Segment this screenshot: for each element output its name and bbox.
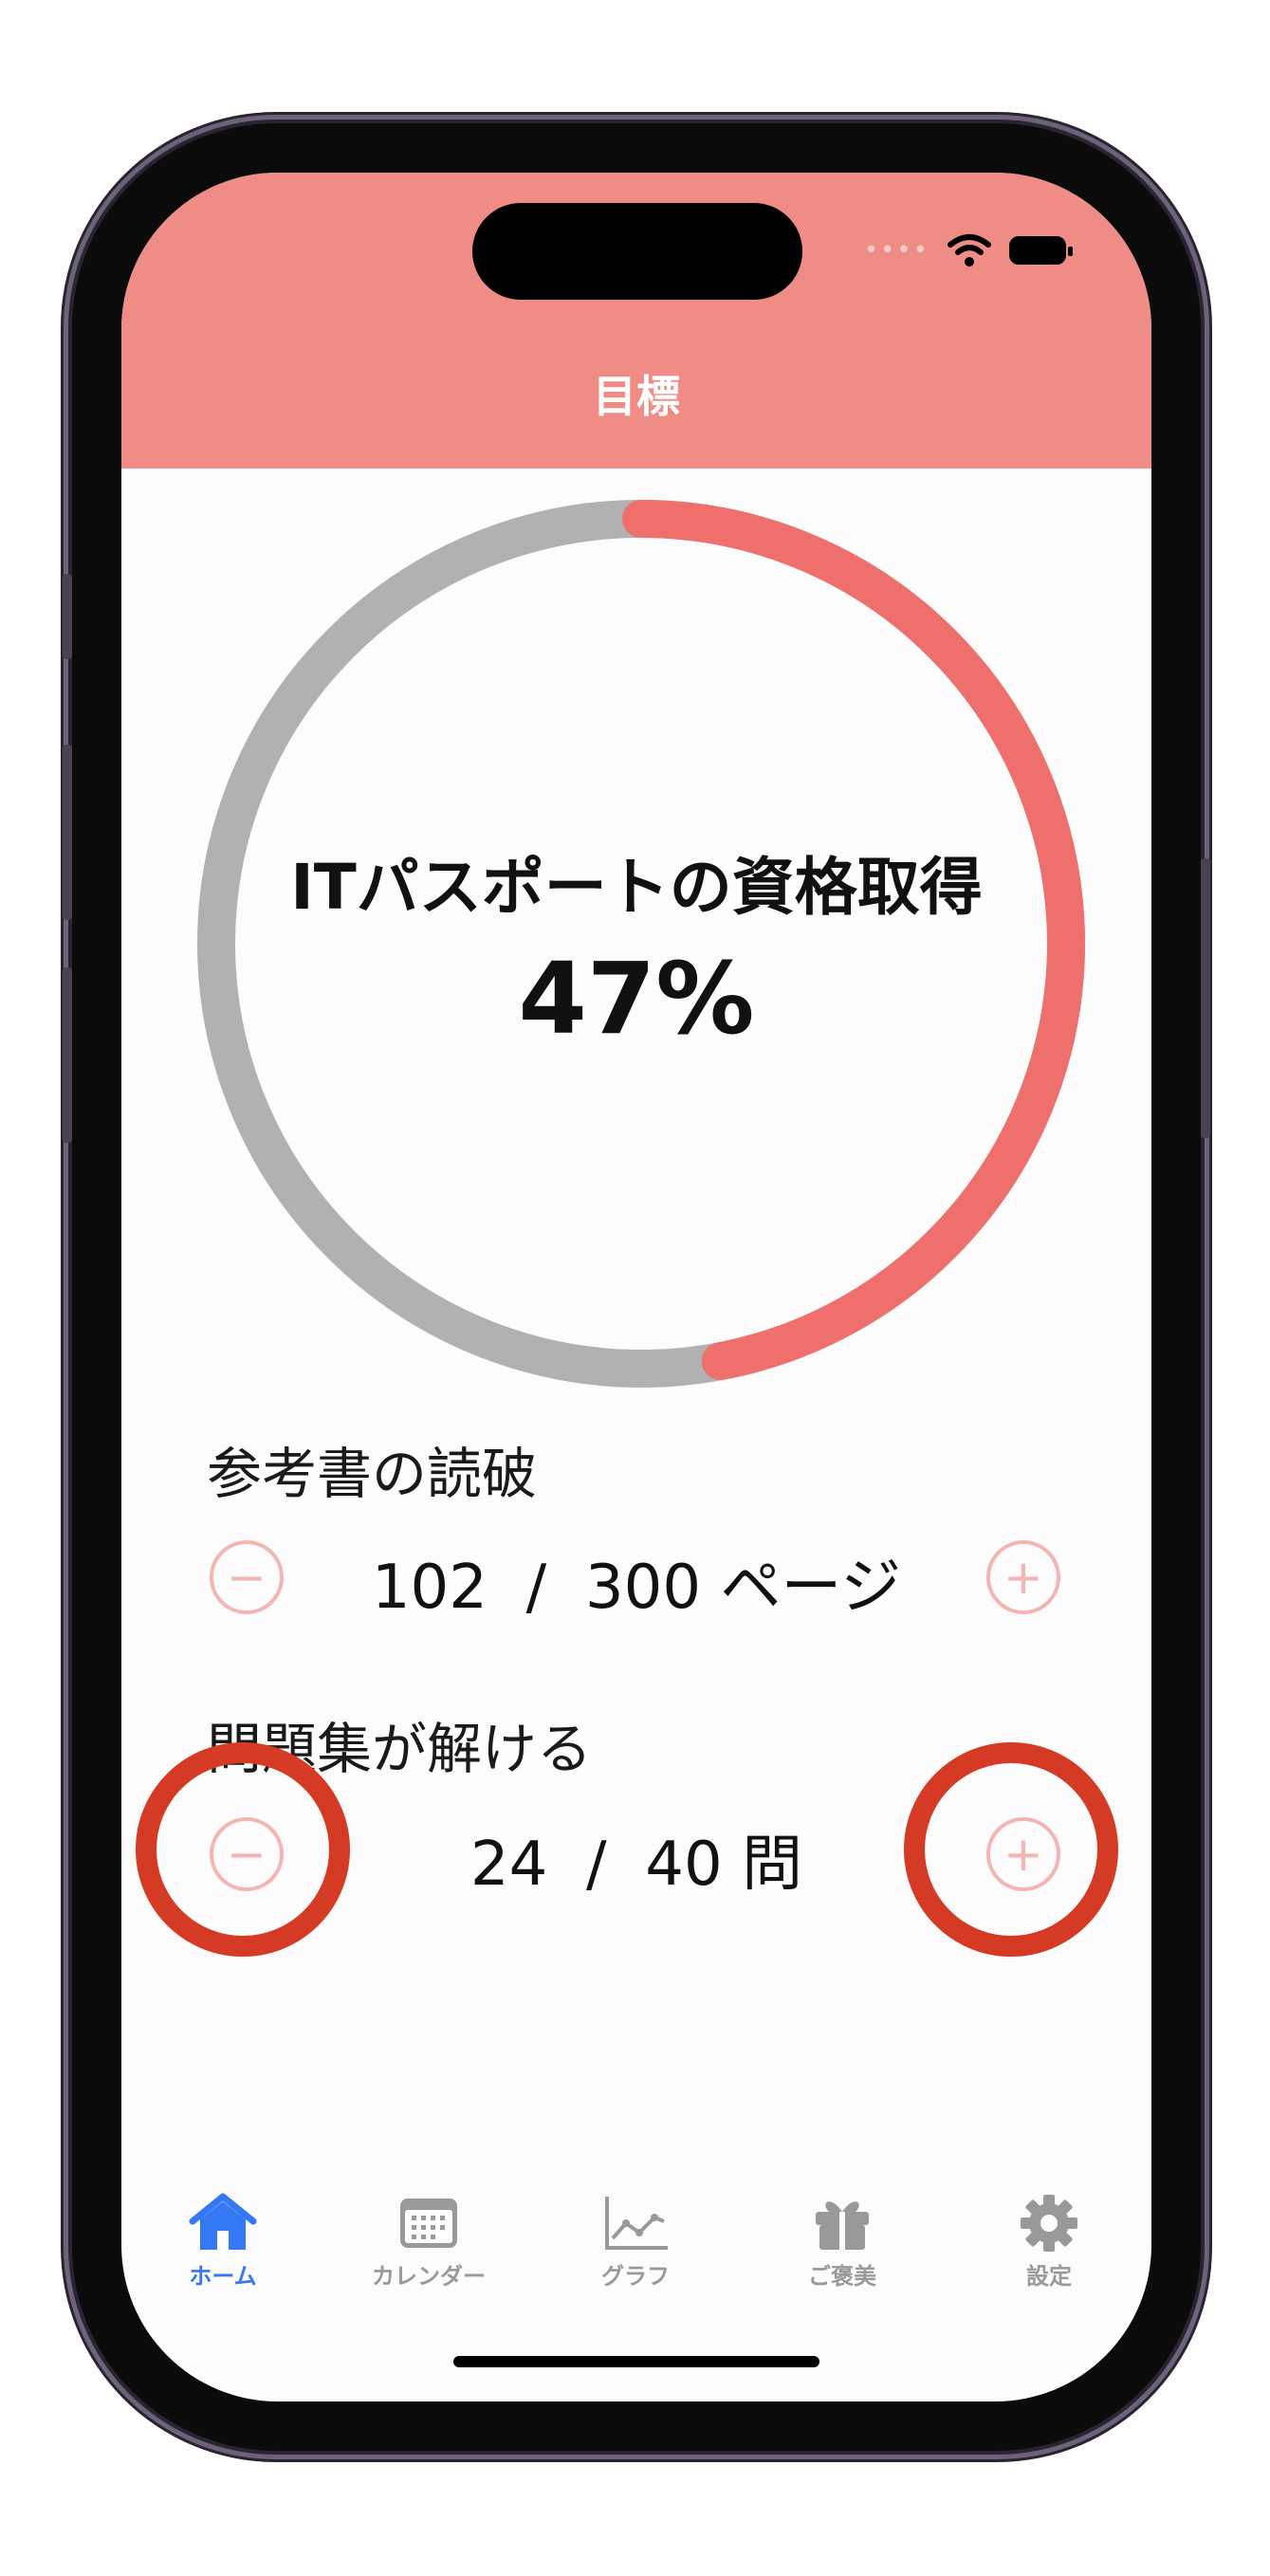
tab-label: ホーム xyxy=(189,2263,257,2290)
calendar-icon xyxy=(400,2199,457,2248)
highlight-circle-decrement xyxy=(136,1742,350,1957)
current-value: 102 xyxy=(371,1553,488,1623)
task-label-book: 参考書の読破 xyxy=(207,1442,538,1506)
tab-label: グラフ xyxy=(601,2263,670,2290)
status-bar: •••• xyxy=(863,231,1073,269)
goal-name: ITパスポートの資格取得 xyxy=(290,851,983,924)
nav-header: •••• 目標 xyxy=(121,173,1151,469)
tab-graph[interactable]: グラフ xyxy=(541,2193,730,2291)
task-counter-book: − 102 / 300 ページ + xyxy=(121,1529,1151,1633)
unit-label: ページ xyxy=(720,1553,902,1623)
highlight-circle-increment xyxy=(904,1742,1118,1957)
increment-button-book[interactable]: + xyxy=(986,1540,1060,1614)
volume-up-button xyxy=(63,745,72,920)
signal-dots-icon: •••• xyxy=(863,236,929,265)
gift-icon xyxy=(816,2201,869,2250)
total-value: 40 xyxy=(645,1830,723,1900)
dynamic-island xyxy=(472,203,802,300)
battery-icon xyxy=(1009,236,1073,265)
power-button xyxy=(1201,858,1210,1138)
wifi-icon xyxy=(948,234,991,267)
tab-bar: ホーム カレンダー グラフ ご褒美 設定 xyxy=(121,2193,1151,2345)
gear-icon xyxy=(1021,2195,1077,2252)
unit-label: 問 xyxy=(742,1830,803,1900)
tab-reward[interactable]: ご褒美 xyxy=(747,2193,937,2291)
current-value: 24 xyxy=(469,1830,548,1900)
goal-percent: 47% xyxy=(518,941,755,1057)
tab-home[interactable]: ホーム xyxy=(128,2193,318,2291)
app-screen: •••• 目標 ITパスポートの資格取得 47% 参考書の読破 − 102 / … xyxy=(121,173,1151,2401)
tab-settings[interactable]: 設定 xyxy=(954,2193,1144,2291)
tab-label: カレンダー xyxy=(372,2263,486,2290)
home-indicator[interactable] xyxy=(453,2356,819,2367)
tab-label: ご褒美 xyxy=(808,2263,876,2290)
total-value: 300 xyxy=(584,1553,702,1623)
tab-calendar[interactable]: カレンダー xyxy=(334,2193,524,2291)
tab-label: 設定 xyxy=(1026,2263,1072,2290)
chart-icon xyxy=(605,2197,668,2250)
house-icon xyxy=(189,2193,257,2250)
page-title: 目標 xyxy=(593,371,680,422)
separator: / xyxy=(525,1553,547,1623)
separator: / xyxy=(586,1830,607,1900)
plus-icon: + xyxy=(1003,1550,1043,1605)
action-button xyxy=(63,574,72,659)
volume-down-button xyxy=(63,967,72,1143)
